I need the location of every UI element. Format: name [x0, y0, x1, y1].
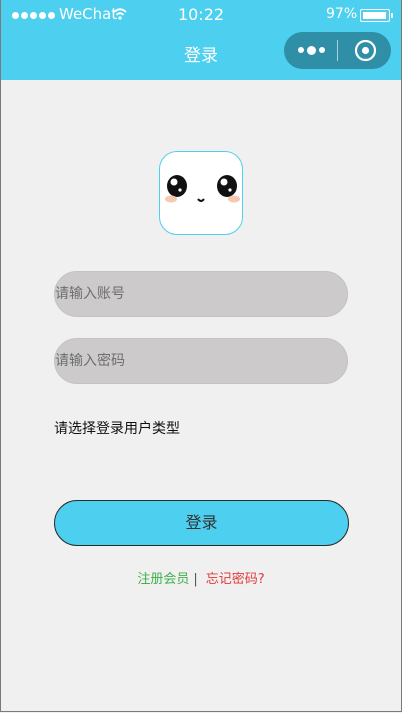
password-placeholder: 请输入密码 — [55, 353, 125, 369]
status-bar: WeChat 10:22 97% — [0, 0, 402, 30]
register-link[interactable]: 注册会员 — [137, 572, 189, 587]
top-bar: WeChat 10:22 97% 登录 — [0, 0, 402, 80]
account-placeholder: 请输入账号 — [55, 286, 125, 302]
forgot-password-link[interactable]: 忘记密码? — [206, 572, 265, 587]
user-type-picker[interactable]: 请选择登录用户类型 — [54, 418, 180, 438]
footer-links: 注册会员 | 忘记密码? — [0, 568, 402, 587]
account-input[interactable]: 请输入账号 — [54, 271, 348, 317]
capsule-divider — [337, 40, 338, 61]
login-button[interactable]: 登录 — [54, 500, 349, 546]
app-logo — [159, 151, 243, 235]
cute-face-icon — [165, 175, 240, 203]
password-input[interactable]: 请输入密码 — [54, 338, 348, 384]
battery-percentage: 97% — [326, 6, 358, 22]
links-separator: | — [193, 572, 198, 587]
mini-program-capsule — [284, 32, 391, 69]
mini-program-close-icon[interactable] — [354, 39, 377, 62]
battery-icon — [360, 9, 393, 22]
more-dots-icon[interactable] — [296, 44, 326, 56]
